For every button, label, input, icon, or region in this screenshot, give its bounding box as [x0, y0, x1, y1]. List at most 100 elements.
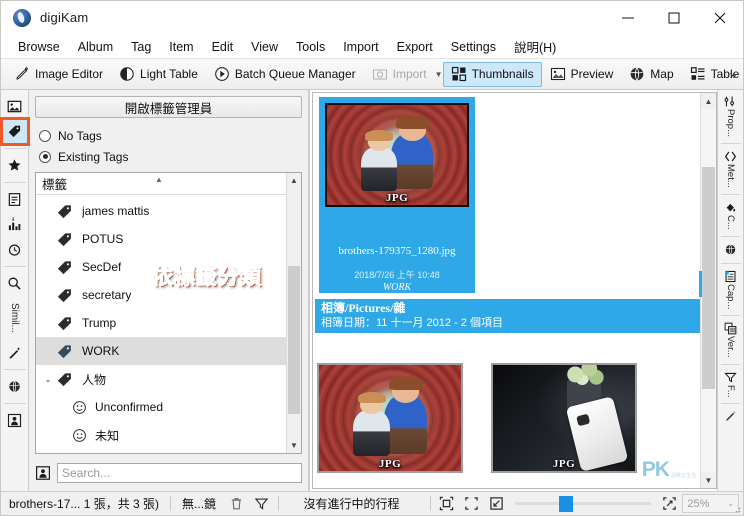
filter-button[interactable] [249, 493, 274, 515]
zoom-actual-size-icon [490, 497, 503, 510]
menu-import[interactable]: Import [334, 38, 387, 56]
tag-node-james-mattis[interactable]: james mattis [36, 197, 286, 225]
status-progress-text: 沒有進行中的行程 [303, 497, 400, 511]
radio-no-tags[interactable]: No Tags [35, 125, 302, 146]
right-item-metadata[interactable]: Met... [724, 147, 737, 191]
batch-queue-manager-button[interactable]: Batch Queue Manager [206, 62, 364, 87]
icon-view-scroll-thumb[interactable] [702, 167, 715, 389]
right-item-versions[interactable]: Ver... [724, 319, 737, 361]
tag-node-trump[interactable]: Trump [36, 309, 286, 337]
light-table-button[interactable]: Light Table [111, 62, 206, 87]
captions-icon [725, 270, 736, 282]
right-item-filters[interactable]: F... [724, 368, 737, 401]
menu-settings[interactable]: Settings [442, 38, 505, 56]
sidebar-item-albums[interactable] [2, 94, 28, 119]
menu-help[interactable]: 說明(H) [505, 35, 565, 58]
scroll-up-icon[interactable]: ▲ [287, 173, 301, 188]
scroll-down-icon[interactable]: ▼ [701, 472, 716, 488]
right-item-properties[interactable]: Prop... [724, 92, 737, 140]
menu-bar: Browse Album Tag Item Edit View Tools Im… [1, 35, 743, 59]
tag-tree-header-label: 標籤 [42, 178, 68, 192]
thumbnail-card-1[interactable]: JPG [317, 363, 463, 473]
menu-view[interactable]: View [242, 38, 287, 56]
tag-tree-scrollbar[interactable]: ▲ ▼ [286, 173, 301, 453]
fit-window-icon [439, 496, 453, 511]
album-header-band[interactable]: 相簿/Pictures/雜 相簿日期：11 十一月 2012 - 2 個項目 [315, 299, 714, 333]
fit-to-window-button[interactable] [434, 493, 459, 515]
right-item-tools[interactable] [724, 407, 737, 427]
maximize-button[interactable] [651, 1, 697, 35]
zoom-slider-handle[interactable] [559, 495, 574, 512]
sidebar-item-map[interactable] [2, 374, 28, 399]
sidebar-item-timeline[interactable] [2, 212, 28, 237]
tag-node-secretary[interactable]: secretary [36, 281, 286, 309]
tag-search-input[interactable] [57, 463, 302, 483]
radio-existing-tags[interactable]: Existing Tags [35, 146, 302, 167]
menu-edit[interactable]: Edit [203, 38, 243, 56]
right-item-colors[interactable]: C... [724, 198, 737, 233]
zoom-slider-track [515, 502, 652, 505]
tag-node-unknown[interactable]: 未知 [36, 421, 286, 449]
right-item-map[interactable] [724, 240, 737, 260]
tag-node-unconfirmed[interactable]: Unconfirmed [36, 393, 286, 421]
menu-tag[interactable]: Tag [122, 38, 160, 56]
scroll-up-icon[interactable]: ▲ [701, 93, 716, 109]
sidebar-item-labels[interactable] [2, 153, 28, 178]
menu-tools[interactable]: Tools [287, 38, 334, 56]
import-button[interactable]: Import [364, 62, 435, 87]
tag-tree-header[interactable]: 標籤 ▲ [36, 173, 286, 195]
menu-export[interactable]: Export [388, 38, 442, 56]
zoom-fit-button[interactable] [459, 493, 484, 515]
tag-node-people[interactable]: ⌄ 人物 [36, 365, 286, 393]
photo-phone-image [493, 365, 635, 471]
face-icon [73, 400, 86, 414]
tag-node-potus[interactable]: POTUS [36, 225, 286, 253]
menu-album[interactable]: Album [69, 38, 122, 56]
icon-view: JPG brothers-179375_1280.jpg 2018/7/26 上… [312, 92, 717, 489]
calendar-icon [8, 193, 21, 206]
import-dropdown-caret[interactable]: ▼ [435, 62, 443, 87]
menu-browse[interactable]: Browse [9, 38, 69, 56]
sidebar-item-fuzzy[interactable] [2, 340, 28, 365]
sidebar-item-people[interactable] [2, 408, 28, 433]
zoom-expand-button[interactable] [657, 493, 682, 515]
tag-node-label: Unconfirmed [95, 400, 164, 414]
open-tag-manager-button[interactable]: 開啟標籤管理員 [35, 96, 302, 118]
menu-item[interactable]: Item [160, 38, 202, 56]
tag-node-label: SecDef [82, 260, 122, 274]
tag-node-label: WORK [82, 344, 120, 358]
scroll-down-icon[interactable]: ▼ [287, 438, 301, 453]
sidebar-item-similarity[interactable]: Simil... [2, 296, 28, 340]
table-icon [690, 67, 705, 80]
sidebar-item-tags[interactable] [0, 117, 30, 146]
close-button[interactable] [697, 1, 743, 35]
thumbnail-card-selected[interactable]: JPG brothers-179375_1280.jpg 2018/7/26 上… [319, 97, 475, 293]
thumbnail-card-2[interactable]: JPG [491, 363, 637, 473]
sidebar-item-clock[interactable] [2, 237, 28, 262]
sidebar-item-dates[interactable] [2, 187, 28, 212]
right-item-versions-label: Ver... [725, 335, 736, 358]
tag-tree-scroll-thumb[interactable] [288, 266, 300, 414]
icon-view-scrollbar[interactable]: ▲ ▼ [699, 93, 716, 488]
image-editor-button[interactable]: Image Editor [6, 62, 111, 87]
map-button[interactable]: Map [621, 62, 681, 87]
right-item-captions[interactable]: Cap... [724, 267, 737, 312]
trash-button[interactable] [224, 493, 249, 515]
rail-divider-2 [3, 182, 26, 183]
tag-tree-scroll-track[interactable] [287, 188, 301, 438]
preview-button[interactable]: Preview [542, 62, 622, 87]
minimize-button[interactable] [605, 1, 651, 35]
thumbnails-button[interactable]: Thumbnails [442, 61, 542, 87]
rrail-divider-4 [720, 262, 741, 264]
icon-view-scroll-track[interactable] [699, 109, 716, 472]
tag-node-work[interactable]: WORK [36, 337, 286, 365]
tag-node-qiao[interactable]: 喬 [36, 449, 286, 453]
toolbar-overflow-button[interactable]: » [725, 59, 741, 90]
resize-grip-icon[interactable] [731, 503, 741, 513]
tag-node-expander-chevron-down-icon[interactable]: ⌄ [40, 375, 56, 384]
tag-node-secdef[interactable]: SecDef [36, 253, 286, 281]
zoom-100-button[interactable] [484, 493, 509, 515]
thumbnail-view-area: JPG brothers-179375_1280.jpg 2018/7/26 上… [309, 90, 717, 491]
sidebar-item-searches[interactable] [2, 271, 28, 296]
zoom-slider[interactable] [515, 495, 652, 512]
